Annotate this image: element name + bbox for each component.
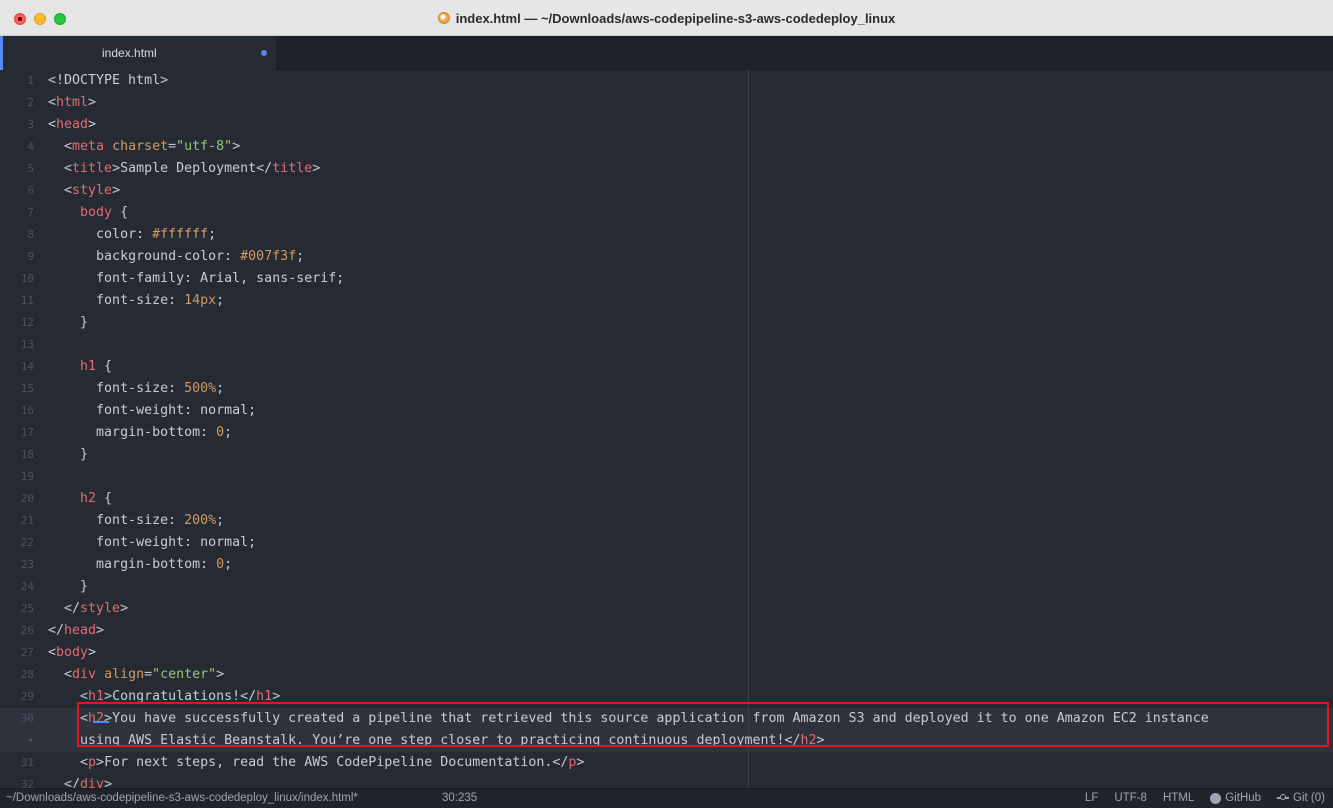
grammar-selector[interactable]: HTML [1163,792,1194,804]
line-number: 4 [27,140,34,153]
status-bar: ~/Downloads/aws-codepipeline-s3-aws-code… [0,788,1333,808]
tab-index-html[interactable]: index.html [0,36,276,70]
line-number: 11 [20,294,34,307]
line-number: 26 [20,624,34,637]
line-number: 10 [20,272,34,285]
code-line: </head> [48,623,105,638]
github-icon [1210,792,1222,804]
line-number: 18 [20,448,34,461]
code-line: font-weight: normal; [96,535,257,550]
github-label: GitHub [1225,792,1262,804]
line-number-gutter[interactable]: 1 2 3 4 5 6 7 8 9 10 11 12 13 14 15 16 1… [0,70,40,788]
line-number: 32 [20,778,34,788]
line-number: 30 [20,712,34,725]
code-line: h2 { [80,491,113,506]
code-line: } [48,447,89,462]
line-number: 9 [27,250,34,263]
code-line: color: #ffffff; [96,227,217,242]
line-number: 25 [20,602,34,615]
code-line: <style> [48,183,121,198]
line-number: 17 [20,426,34,439]
code-line: } [48,315,89,330]
line-number: 27 [20,646,34,659]
code-line: h1 { [80,359,113,374]
annotation-highlight-box [77,702,1329,747]
github-button[interactable]: GitHub [1210,792,1261,804]
wrap-guide [748,70,749,788]
line-number: 7 [27,206,34,219]
code-line: font-size: 500%; [96,381,225,396]
line-number: • [27,734,34,747]
git-button[interactable]: Git (0) [1277,792,1325,804]
code-line: font-family: Arial, sans-serif; [96,271,345,286]
code-line: </style> [48,601,129,616]
code-editor[interactable]: 1 2 3 4 5 6 7 8 9 10 11 12 13 14 15 16 1… [0,70,1333,788]
html-file-icon [437,12,450,24]
code-line: font-size: 14px; [96,293,225,308]
git-label: Git (0) [1293,792,1325,804]
line-number: 2 [27,96,34,109]
code-line: <head> [48,117,97,132]
line-number: 5 [27,162,34,175]
line-number: 31 [20,756,34,769]
line-number: 8 [27,228,34,241]
window-title: index.html — ~/Downloads/aws-codepipelin… [455,10,896,26]
cursor-position[interactable]: 30:235 [442,792,477,804]
title-bar: index.html — ~/Downloads/aws-codepipelin… [0,0,1333,36]
line-number: 21 [20,514,34,527]
encoding-selector[interactable]: UTF-8 [1114,792,1147,804]
code-line: <div align="center"> [48,667,225,682]
code-line: background-color: #007f3f; [96,249,305,264]
editor-window: index.html — ~/Downloads/aws-codepipelin… [0,0,1333,808]
text-cursor [93,721,109,723]
line-number: 16 [20,404,34,417]
line-number: 1 [27,74,34,87]
line-number: 14 [20,360,34,373]
code-line: <html> [48,95,97,110]
tab-label: index.html [102,46,157,60]
line-number: 6 [27,184,34,197]
code-line: <title>Sample Deployment</title> [48,161,321,176]
code-line: font-size: 200%; [96,513,225,528]
code-line: <!DOCTYPE html> [48,73,169,88]
line-number: 20 [20,492,34,505]
tab-bar: index.html [0,36,1333,70]
line-number: 3 [27,118,34,131]
code-line: margin-bottom: 0; [96,557,233,572]
code-line: <meta charset="utf-8"> [48,139,241,154]
modified-dot-icon[interactable] [261,50,267,56]
code-line: } [48,579,89,594]
code-line: <body> [48,645,97,660]
code-line: </div> [48,777,113,788]
line-number: 24 [20,580,34,593]
git-commit-icon [1277,794,1290,802]
line-number: 22 [20,536,34,549]
line-number: 19 [20,470,34,483]
line-number: 28 [20,668,34,681]
line-number: 23 [20,558,34,571]
line-number: 13 [20,338,34,351]
code-line: font-weight: normal; [96,403,257,418]
line-number: 15 [20,382,34,395]
line-number: 29 [20,690,34,703]
code-line: body { [80,205,129,220]
code-line: <p>For next steps, read the AWS CodePipe… [48,755,585,770]
line-ending-selector[interactable]: LF [1085,792,1098,804]
file-path[interactable]: ~/Downloads/aws-codepipeline-s3-aws-code… [6,792,358,804]
line-number: 12 [20,316,34,329]
code-line: margin-bottom: 0; [96,425,233,440]
